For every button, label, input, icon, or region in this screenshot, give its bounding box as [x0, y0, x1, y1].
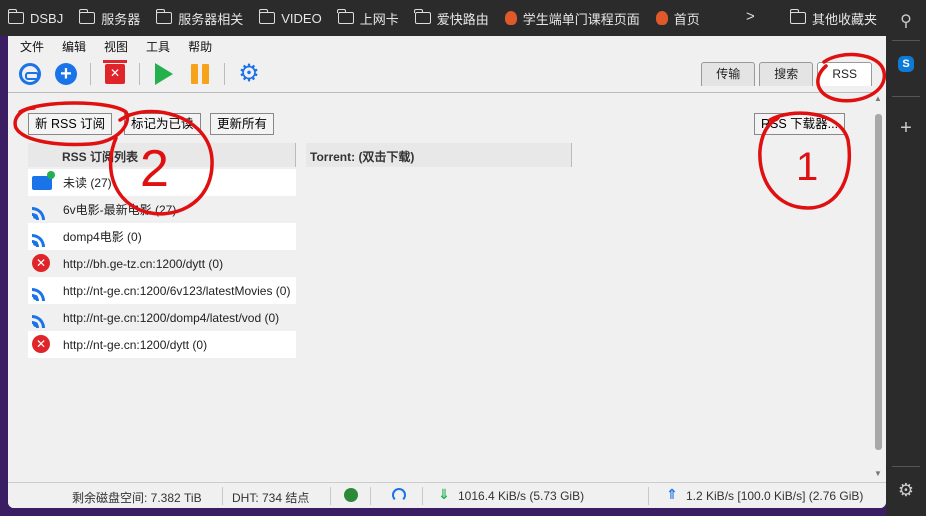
- add-icon[interactable]: +: [896, 118, 916, 138]
- list-item[interactable]: 未读 (27): [28, 169, 296, 196]
- menu-bar: 文件 编辑 视图 工具 帮助: [8, 36, 886, 56]
- folder-icon: [155, 9, 173, 24]
- dht-text: DHT: 734 结点: [232, 491, 310, 505]
- search-icon[interactable]: ⚲: [896, 12, 916, 32]
- status-divider: [330, 487, 331, 505]
- download-arrow-icon: ⇓: [438, 486, 450, 502]
- feeds-column-header[interactable]: RSS 订阅列表: [28, 143, 296, 167]
- status-divider: [370, 487, 371, 505]
- folder-icon: [78, 9, 96, 24]
- browser-sidebar: ⚲ S + ⚙: [886, 0, 926, 516]
- list-item[interactable]: ✕ http://bh.ge-tz.cn:1200/dytt (0): [28, 250, 296, 277]
- pause-icon: [191, 64, 209, 84]
- rss-icon: [32, 281, 52, 301]
- delete-button[interactable]: [103, 60, 127, 86]
- pause-button[interactable]: [188, 62, 212, 86]
- status-divider: [648, 487, 649, 505]
- qbittorrent-window: 文件 编辑 视图 工具 帮助 + ⚙ 传输 搜索 RSS 新 RSS 订阅 标记…: [8, 36, 886, 508]
- sidebar-divider: [892, 40, 920, 41]
- bookmark-ikuai[interactable]: 爱快路由: [414, 9, 489, 28]
- resume-button[interactable]: [152, 62, 176, 86]
- rss-downloader-button[interactable]: RSS 下载器...: [754, 113, 846, 135]
- bookmark-home[interactable]: 首页: [655, 9, 700, 28]
- main-tabs: 传输 搜索 RSS: [701, 62, 872, 86]
- bookmarks-more-button[interactable]: >: [746, 8, 755, 25]
- menu-tools[interactable]: 工具: [146, 38, 170, 55]
- bookmark-netcard[interactable]: 上网卡: [337, 9, 399, 28]
- toolbar-separator: [139, 63, 140, 85]
- flame-icon: [504, 11, 517, 25]
- speed-limit-icon[interactable]: [392, 488, 406, 502]
- feed-list: 未读 (27) 6v电影-最新电影 (27) domp4电影 (0) ✕ htt…: [28, 169, 296, 358]
- folder-icon: [7, 9, 24, 24]
- skype-icon[interactable]: S: [898, 56, 914, 72]
- bookmark-servers[interactable]: 服务器: [78, 9, 140, 28]
- list-item[interactable]: http://nt-ge.cn:1200/6v123/latestMovies …: [28, 277, 296, 304]
- upload-arrow-icon: ⇑: [666, 486, 678, 502]
- tab-search[interactable]: 搜索: [759, 62, 814, 86]
- bookmark-server-related[interactable]: 服务器相关: [155, 9, 243, 28]
- bookmark-video[interactable]: VIDEO: [258, 9, 322, 26]
- bookmark-dsbj[interactable]: DSBJ: [7, 9, 63, 26]
- update-all-button[interactable]: 更新所有: [210, 113, 275, 135]
- error-icon: ✕: [32, 253, 50, 272]
- bookmarks-bar: DSBJ 服务器 服务器相关 VIDEO 上网卡 爱快路由 学生端单门课程页面 …: [0, 0, 886, 36]
- error-icon: ✕: [32, 334, 50, 353]
- vertical-scrollbar[interactable]: ▲ ▼: [874, 92, 882, 478]
- tab-rss[interactable]: RSS: [817, 62, 872, 86]
- play-icon: [155, 63, 173, 85]
- sidebar-divider: [892, 466, 920, 467]
- toolbar-separator: [90, 63, 91, 85]
- rss-icon: [32, 227, 52, 247]
- list-item[interactable]: http://nt-ge.cn:1200/domp4/latest/vod (0…: [28, 304, 296, 331]
- toolbar: + ⚙ 传输 搜索 RSS: [8, 56, 886, 92]
- gear-icon[interactable]: ⚙: [896, 480, 916, 500]
- sidebar-divider: [892, 96, 920, 97]
- folder-icon: [258, 9, 276, 24]
- bookmark-other[interactable]: 其他收藏夹: [789, 0, 877, 36]
- list-item[interactable]: 6v电影-最新电影 (27): [28, 196, 296, 223]
- flame-icon: [655, 11, 668, 25]
- bookmark-course-page[interactable]: 学生端单门课程页面: [504, 9, 640, 28]
- list-item[interactable]: domp4电影 (0): [28, 223, 296, 250]
- folder-icon: [414, 9, 431, 24]
- gear-icon: ⚙: [238, 60, 260, 87]
- toolbar-separator: [224, 63, 225, 85]
- download-speed-text: 1016.4 KiB/s (5.73 GiB): [458, 489, 585, 503]
- rss-icon: [32, 200, 52, 220]
- trash-icon: [103, 60, 127, 84]
- tab-transfers[interactable]: 传输: [701, 62, 756, 86]
- status-bar: 剩余磁盘空间: 7.382 TiB DHT: 734 结点 ⇓ 1016.4 K…: [8, 482, 886, 508]
- status-divider: [422, 487, 423, 505]
- menu-help[interactable]: 帮助: [188, 38, 212, 55]
- rss-icon: [32, 308, 52, 328]
- upload-speed-text: 1.2 KiB/s [100.0 KiB/s] (2.76 GiB): [686, 489, 864, 503]
- folder-icon: [789, 9, 806, 24]
- menu-file[interactable]: 文件: [20, 38, 44, 55]
- free-space-text: 剩余磁盘空间: 7.382 TiB: [72, 491, 202, 505]
- new-rss-button[interactable]: 新 RSS 订阅: [28, 113, 113, 135]
- link-icon: [19, 63, 41, 85]
- scroll-up-icon[interactable]: ▲: [874, 94, 882, 103]
- rss-panel: 新 RSS 订阅 标记为已读 更新所有 RSS 下载器... RSS 订阅列表 …: [8, 92, 872, 476]
- connection-globe-icon[interactable]: [344, 488, 358, 502]
- folder-icon: [337, 9, 354, 24]
- options-button[interactable]: ⚙: [237, 62, 261, 86]
- add-torrent-button[interactable]: +: [54, 62, 78, 86]
- menu-view[interactable]: 视图: [104, 38, 128, 55]
- plus-icon: +: [55, 63, 77, 85]
- scrollbar-thumb[interactable]: [875, 114, 882, 450]
- status-divider: [222, 487, 223, 505]
- scroll-down-icon[interactable]: ▼: [874, 469, 882, 478]
- torrent-column-header[interactable]: Torrent: (双击下载): [306, 143, 572, 167]
- add-link-button[interactable]: [18, 62, 42, 86]
- mail-icon: [32, 170, 55, 190]
- mark-read-button[interactable]: 标记为已读: [124, 113, 201, 135]
- menu-edit[interactable]: 编辑: [62, 38, 86, 55]
- list-item[interactable]: ✕ http://nt-ge.cn:1200/dytt (0): [28, 331, 296, 358]
